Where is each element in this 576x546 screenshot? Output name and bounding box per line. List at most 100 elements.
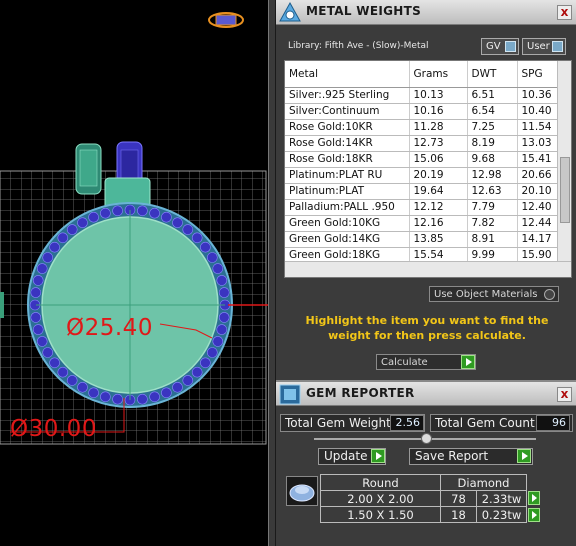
metal-cell: Platinum:PLAT RU <box>285 167 410 184</box>
use-object-materials-toggle[interactable]: Use Object Materials <box>429 286 559 302</box>
metal-cell: Rose Gold:14KR <box>285 135 410 152</box>
gem-row-arrow-icon[interactable] <box>528 491 540 505</box>
metal-row[interactable]: Silver:Continuum 10.16 6.54 10.40 <box>285 103 564 120</box>
gem-reporter-logo-icon <box>279 384 301 405</box>
viewport-3d[interactable]: Ø25.40 Ø30.00 <box>0 0 270 546</box>
metal-cell: Palladium:PALL .950 <box>285 199 410 216</box>
gem-slider-handle[interactable] <box>421 433 432 444</box>
metal-cell: 6.51 <box>467 87 518 104</box>
pave-gem <box>200 241 211 253</box>
gem-row[interactable]: 1.50 X 1.50 18 0.23tw <box>320 506 527 523</box>
pave-gem <box>42 252 54 263</box>
metal-row[interactable]: Silver:.925 Sterling 10.13 6.51 10.36 <box>285 87 564 104</box>
pave-gem <box>218 287 230 298</box>
metal-row[interactable]: Rose Gold:14KR 12.73 8.19 13.03 <box>285 135 564 152</box>
pave-gem <box>212 263 224 274</box>
update-arrow-icon[interactable] <box>371 449 385 463</box>
metal-column-header[interactable]: Metal <box>285 61 410 88</box>
metal-cell: Rose Gold:10KR <box>285 119 410 136</box>
close-metal-weights-button[interactable]: x <box>557 5 572 20</box>
gv-toggle-knob <box>505 41 516 52</box>
use-object-materials-label: Use Object Materials <box>434 289 538 300</box>
pave-gem <box>216 324 228 335</box>
pave-gem <box>137 205 148 217</box>
panel-splitter[interactable] <box>268 0 276 546</box>
gem-size-cell: 1.50 X 1.50 <box>320 506 441 523</box>
metal-cell: 12.16 <box>409 215 468 232</box>
ring-top-view <box>0 12 268 445</box>
metal-column-header[interactable]: Grams <box>409 61 468 88</box>
pave-gem <box>182 375 194 386</box>
metal-row[interactable]: Green Gold:10KG 12.16 7.82 12.44 <box>285 215 564 232</box>
metal-cell: 8.19 <box>467 135 518 152</box>
metal-cell: Green Gold:10KG <box>285 215 410 232</box>
metal-cell: 8.91 <box>467 231 518 248</box>
pave-gem <box>32 275 44 286</box>
view-cube-icon[interactable] <box>208 12 244 28</box>
gem-shape-header: Round <box>320 474 441 491</box>
pave-gem <box>57 366 69 378</box>
pave-gem <box>100 207 111 219</box>
pave-gem <box>57 232 69 244</box>
round-gem-thumbnail <box>286 476 318 506</box>
metal-cell: Green Gold:14KG <box>285 231 410 248</box>
close-gem-reporter-button[interactable]: x <box>557 387 572 402</box>
metal-cell: 10.16 <box>409 103 468 120</box>
metal-row[interactable]: Rose Gold:10KR 11.28 7.25 11.54 <box>285 119 564 136</box>
metal-cell: 12.73 <box>409 135 468 152</box>
vertical-scroll-thumb[interactable] <box>560 157 570 223</box>
metal-weights-title: METAL WEIGHTS <box>306 4 422 18</box>
metal-weights-panel: METAL WEIGHTS x Library: Fifth Ave - (Sl… <box>276 0 576 380</box>
metal-cell: Silver:.925 Sterling <box>285 87 410 104</box>
save-report-label: Save Report <box>415 449 489 463</box>
calculate-arrow-icon[interactable] <box>461 355 475 369</box>
pave-gem <box>49 357 60 369</box>
metal-row[interactable]: Platinum:PLAT RU 20.19 12.98 20.66 <box>285 167 564 184</box>
gem-table: Round Diamond 2.00 X 2.00 78 2.33tw 1.50 X … <box>320 474 527 523</box>
gem-row-arrow-icon[interactable] <box>528 508 540 522</box>
pave-gem <box>161 387 172 399</box>
metal-row[interactable]: Rose Gold:18KR 15.06 9.68 15.41 <box>285 151 564 168</box>
gem-reporter-header: GEM REPORTER x <box>276 382 576 406</box>
user-toggle[interactable]: User <box>522 38 566 55</box>
use-object-materials-radio[interactable] <box>544 289 555 300</box>
pave-gem <box>36 263 48 274</box>
gem-row[interactable]: 2.00 X 2.00 78 2.33tw <box>320 490 527 507</box>
pave-gem <box>212 336 224 347</box>
gem-count-cell: 18 <box>440 506 477 523</box>
metal-cell: 7.82 <box>467 215 518 232</box>
metal-cell: 7.79 <box>467 199 518 216</box>
round-diamond-icon <box>289 484 315 502</box>
metal-table[interactable]: Metal Grams DWT SPG Silver:.925 Sterling 10.… <box>284 60 572 278</box>
pave-gem <box>191 232 203 244</box>
pave-gem <box>88 211 99 223</box>
gem-size-cell: 2.00 X 2.00 <box>320 490 441 507</box>
metal-cell: Silver:Continuum <box>285 103 410 120</box>
gv-toggle[interactable]: GV <box>481 38 519 55</box>
pave-gem <box>149 391 160 403</box>
total-gem-count-value: 96 <box>536 415 570 431</box>
metal-table-horizontal-scrollbar[interactable] <box>285 261 571 277</box>
pave-gem <box>161 211 172 223</box>
metal-cell: 19.64 <box>409 183 468 200</box>
gem-weight-cell: 0.23tw <box>476 506 527 523</box>
pave-gem <box>77 381 88 393</box>
gem-reporter-title: GEM REPORTER <box>306 386 415 400</box>
metal-row[interactable]: Palladium:PALL .950 12.12 7.79 12.40 <box>285 199 564 216</box>
metal-row[interactable]: Green Gold:14KG 13.85 8.91 14.17 <box>285 231 564 248</box>
pave-gem <box>77 217 88 228</box>
pave-gem <box>149 207 160 219</box>
save-report-button[interactable]: Save Report <box>409 448 533 465</box>
save-report-arrow-icon[interactable] <box>517 449 531 463</box>
metal-table-vertical-scrollbar[interactable] <box>557 61 571 263</box>
metal-row[interactable]: Platinum:PLAT 19.64 12.63 20.10 <box>285 183 564 200</box>
calculate-label: Calculate <box>381 357 428 368</box>
instructions-text: Highlight the item you want to find the … <box>305 314 549 342</box>
metal-cell: 12.12 <box>409 199 468 216</box>
metal-cell: 11.28 <box>409 119 468 136</box>
metal-weights-header: METAL WEIGHTS x <box>276 0 576 25</box>
gv-toggle-label: GV <box>486 41 501 52</box>
metal-cell: 15.06 <box>409 151 468 168</box>
metal-cell: 7.25 <box>467 119 518 136</box>
metal-column-header[interactable]: DWT <box>467 61 518 88</box>
